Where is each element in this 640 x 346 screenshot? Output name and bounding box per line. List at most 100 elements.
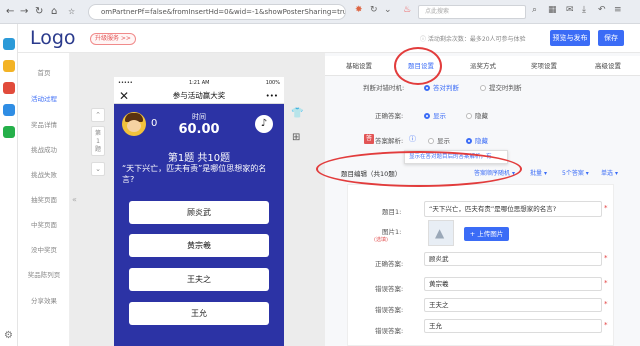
chevron-down-icon: ▾ (543, 170, 547, 177)
address-bar[interactable]: omPartnerPf=false&fromInsertHd=0&wid=-1&… (88, 4, 346, 20)
fire-icon[interactable]: ♨ (403, 5, 411, 15)
browser-search-input[interactable]: 点此搜索 (418, 5, 526, 19)
preview-publish-button[interactable]: 预览与发布 (550, 30, 590, 46)
sidebar-item-challenge-success[interactable]: 挑战成功 (18, 144, 70, 154)
answer-count-select[interactable]: 5个答案 ▾ (562, 168, 589, 177)
analysis-label: 答案解析: (375, 137, 404, 145)
tab-advanced[interactable]: 高级设置 (595, 56, 621, 76)
browser-sidebar: ⚙ (0, 24, 18, 346)
sidebar-item-prize-detail[interactable]: 奖品详情 (18, 119, 70, 129)
more-icon[interactable]: ••• (266, 88, 278, 104)
app-header: Logo 升级服务 >> ⓘ 活动剩余次数：最多20人可参与体验 预览与发布 保… (18, 24, 640, 53)
close-icon[interactable]: ✕ (119, 88, 129, 104)
battery-level: 100% (265, 79, 280, 86)
judge-option-submit-label: 提交时判断 (489, 84, 522, 92)
question-type-select[interactable]: 单选 ▾ (601, 168, 618, 177)
answer-option[interactable]: 王允 (129, 302, 269, 325)
radio-icon (424, 113, 430, 119)
upload-image-button[interactable]: + 上传图片 (464, 227, 509, 241)
wrong-answer-input[interactable]: 王夫之 (424, 298, 602, 312)
question-indicator-label: 第1题 (94, 130, 101, 153)
browser-toolbar: ← → ↻ ⌂ ☆ omPartnerPf=false&fromInsertHd… (0, 0, 640, 24)
required-icon: * (604, 321, 608, 329)
tab-dispatch[interactable]: 派奖方式 (470, 56, 496, 76)
sidebar-item-process[interactable]: 活动过程 (18, 93, 70, 103)
download-icon[interactable]: ⤓ (582, 5, 586, 15)
question-text: “天下兴亡，匹夫有责”是哪位思想家的名言? (122, 164, 267, 184)
judge-option-answer[interactable]: 答对判断 (424, 82, 459, 92)
judge-option-submit[interactable]: 提交时判断 (480, 82, 522, 92)
question-input[interactable]: “天下兴亡，匹夫有责”是哪位思想家的名言? (424, 201, 602, 217)
upgrade-badge[interactable]: 升级服务 >> (90, 33, 136, 45)
radio-icon (466, 138, 472, 144)
excel-icon[interactable] (3, 126, 15, 138)
save-button[interactable]: 保存 (598, 30, 624, 46)
grid-icon[interactable]: ▦ (548, 5, 557, 15)
judge-option-answer-label: 答对判断 (433, 84, 459, 92)
batch-label: 批量 (530, 170, 543, 177)
correct-answer-label: 正确答案: (375, 112, 404, 120)
sidebar-item-home[interactable]: 首页 (18, 67, 70, 77)
analysis-show-option[interactable]: 显示 (428, 135, 450, 145)
settings-tabs: 基础设置 题目设置 派奖方式 奖项设置 高级设置 (325, 56, 640, 76)
back-icon[interactable]: ← (6, 6, 14, 18)
correct-show-option[interactable]: 显示 (424, 110, 446, 120)
undo-icon[interactable]: ↶ (598, 5, 606, 15)
wrong-answer-input[interactable]: 王允 (424, 319, 602, 333)
forward-icon[interactable]: → (20, 6, 28, 18)
phone-preview: ••••• 1:21 AM 100% ✕ 参与活动赢大奖 ••• 0 时间 60… (114, 77, 284, 346)
sidebar-item-prize-display[interactable]: 奖品陈列页 (18, 269, 70, 279)
weibo-icon[interactable] (3, 82, 15, 94)
question-indicator[interactable]: 第1题 (91, 126, 105, 156)
correct-hide-option[interactable]: 隐藏 (466, 110, 488, 120)
sidebar-item-no-win[interactable]: 没中奖页 (18, 244, 70, 254)
reload-icon[interactable]: ↻ (35, 6, 43, 18)
radio-icon (424, 85, 430, 91)
star-app-icon[interactable] (3, 60, 15, 72)
highlight-questions-tab (394, 47, 442, 85)
analysis-hide-option[interactable]: 隐藏 (466, 135, 488, 145)
image-placeholder[interactable]: ▲ (428, 220, 454, 246)
app-icon[interactable] (3, 38, 15, 50)
answer-option[interactable]: 黄宗羲 (129, 234, 269, 257)
question-counter: 第1题 共10题 (167, 153, 231, 164)
tab-basic[interactable]: 基础设置 (346, 56, 372, 76)
sidebar-item-lottery[interactable]: 抽奖页面 (18, 194, 70, 204)
menu-icon[interactable]: ≡ (614, 5, 622, 15)
doc-icon[interactable] (3, 104, 15, 116)
highlight-question-edit (316, 151, 522, 187)
music-icon[interactable]: ♪ (255, 115, 273, 133)
mail-icon[interactable]: ✉ (566, 5, 574, 15)
collapse-icon[interactable]: « (72, 195, 77, 204)
radio-icon (480, 85, 486, 91)
next-question-icon[interactable]: ⌄ (91, 162, 105, 176)
dropdown-icon[interactable]: ⌄ (384, 5, 392, 15)
answer-option[interactable]: 王夫之 (129, 268, 269, 291)
home-icon[interactable]: ⌂ (51, 6, 57, 18)
prev-question-icon[interactable]: ⌃ (91, 108, 105, 122)
help-icon[interactable]: ⓘ (409, 134, 416, 144)
search-icon[interactable]: ⌕ (532, 5, 537, 15)
required-icon: * (604, 279, 608, 287)
analysis-badge: 答 (364, 134, 374, 144)
answer-option[interactable]: 顾炎武 (129, 201, 269, 224)
shirt-icon[interactable]: 👕 (291, 108, 303, 119)
radio-icon (428, 138, 434, 144)
flame-icon[interactable]: ✸ (355, 5, 363, 15)
refresh-icon[interactable]: ↻ (370, 5, 378, 15)
correct-answer-input[interactable]: 顾炎武 (424, 252, 602, 266)
star-bookmark-icon[interactable]: ☆ (68, 6, 75, 18)
sidebar-item-win[interactable]: 中奖页面 (18, 219, 70, 229)
apps-icon[interactable]: ⊞ (292, 132, 300, 143)
sidebar-item-share[interactable]: 分享效果 (18, 295, 70, 305)
answer-count-label: 5个答案 (562, 170, 584, 177)
logo: Logo (30, 27, 76, 49)
tab-prizes[interactable]: 奖项设置 (531, 56, 557, 76)
settings-icon[interactable]: ⚙ (4, 330, 13, 341)
batch-button[interactable]: 批量 ▾ (530, 168, 547, 177)
wrong-answer-input[interactable]: 黄宗羲 (424, 277, 602, 291)
image-hint: (选填) (374, 237, 388, 243)
search-placeholder: 点此搜索 (425, 8, 450, 15)
sidebar-item-challenge-fail[interactable]: 挑战失败 (18, 169, 70, 179)
url-text: omPartnerPf=false&fromInsertHd=0&wid=-1&… (101, 8, 346, 16)
